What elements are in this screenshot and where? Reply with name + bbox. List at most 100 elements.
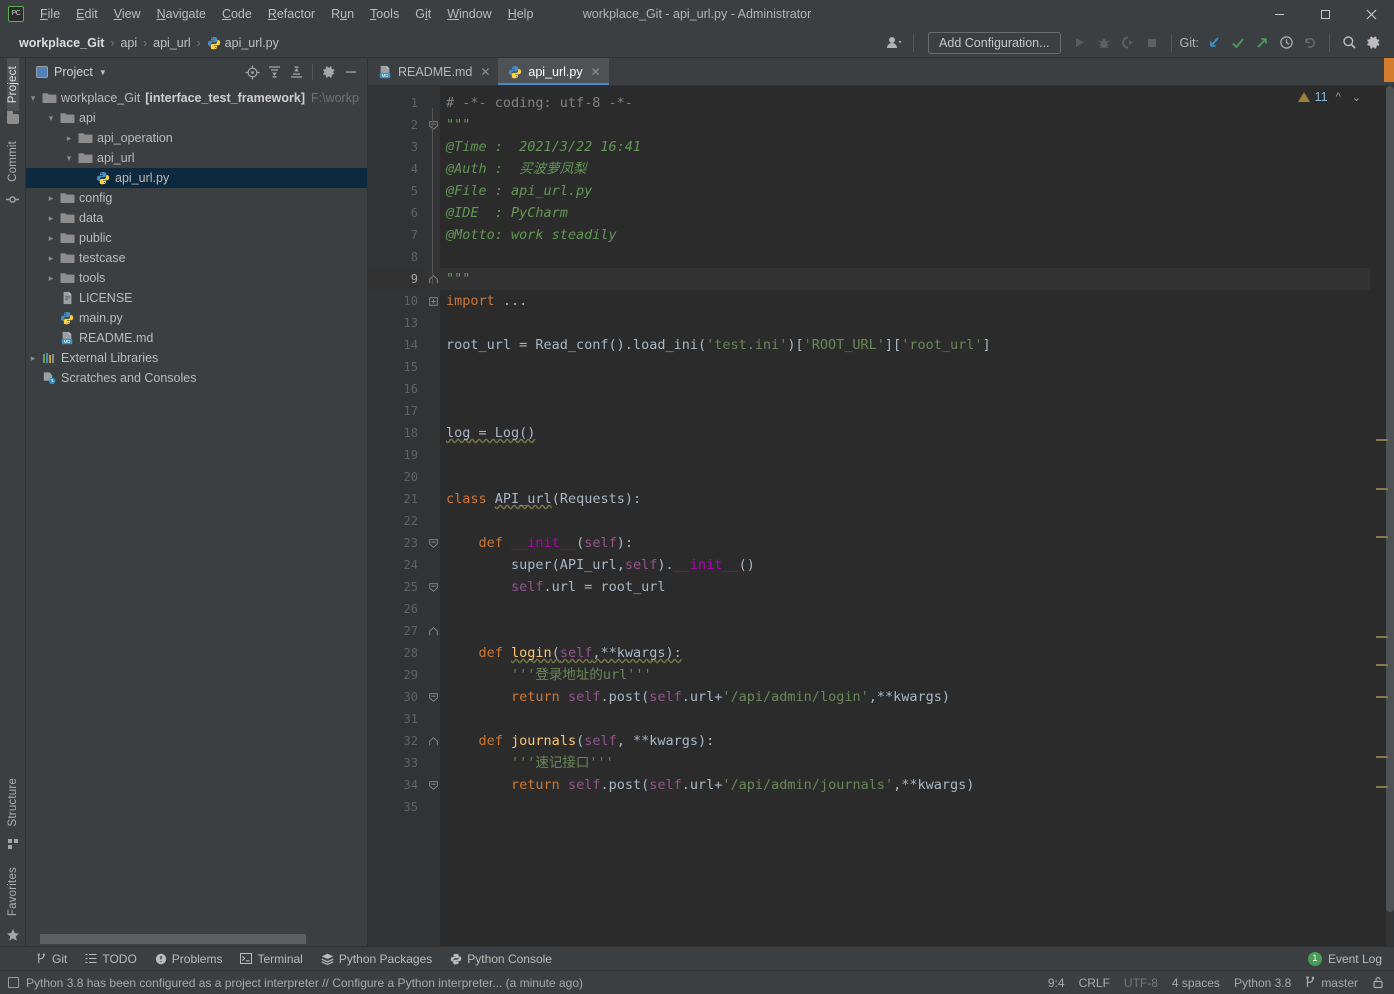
fold-marker[interactable]: [426, 180, 440, 202]
tree-item-public[interactable]: ▸ public: [26, 228, 367, 248]
python-interpreter[interactable]: Python 3.8: [1234, 976, 1291, 990]
project-panel-title[interactable]: Project ▼: [36, 65, 107, 79]
git-branch-widget[interactable]: master: [1305, 976, 1358, 990]
fold-marker[interactable]: [426, 378, 440, 400]
code-editor[interactable]: 1 2 3 4 5 6 7 8 9 10 13 14 15 16 17 18 19 20 21 22 23 24 25 26 2…: [368, 86, 1394, 946]
code-line[interactable]: """: [440, 268, 1370, 290]
fold-marker[interactable]: [426, 114, 440, 136]
line-number[interactable]: 10: [368, 290, 426, 312]
minimize-button[interactable]: [1256, 0, 1302, 28]
code-line[interactable]: '''速记接口''': [446, 752, 1370, 774]
tree-item-license[interactable]: LICENSE: [26, 288, 367, 308]
line-number[interactable]: 31: [368, 708, 426, 730]
line-number[interactable]: 5: [368, 180, 426, 202]
line-number[interactable]: 8: [368, 246, 426, 268]
fold-marker[interactable]: [426, 686, 440, 708]
fold-marker[interactable]: [426, 752, 440, 774]
editor-tab-readme-md[interactable]: MD README.md ✕: [368, 58, 498, 85]
line-number[interactable]: 4: [368, 158, 426, 180]
run-with-coverage-icon[interactable]: [1117, 32, 1139, 54]
breadcrumb-item-api_url-py[interactable]: api_url.py: [202, 34, 284, 52]
code-line[interactable]: def journals(self, **kwargs):: [446, 730, 1370, 752]
menu-item-refactor[interactable]: Refactor: [260, 3, 323, 25]
tree-item-testcase[interactable]: ▸ testcase: [26, 248, 367, 268]
hide-icon[interactable]: [341, 62, 361, 82]
code-line[interactable]: def login(self,**kwargs):: [446, 642, 1370, 664]
fold-marker[interactable]: [426, 730, 440, 752]
line-number[interactable]: 1: [368, 92, 426, 114]
line-number[interactable]: 23: [368, 532, 426, 554]
debug-icon[interactable]: [1093, 32, 1115, 54]
menu-item-git[interactable]: Git: [407, 3, 439, 25]
code-line[interactable]: log = Log(): [446, 422, 1370, 444]
code-line[interactable]: [446, 246, 1370, 268]
code-line[interactable]: [446, 378, 1370, 400]
code-line[interactable]: [446, 356, 1370, 378]
warning-marker[interactable]: [1376, 439, 1388, 441]
bottom-tab-python-packages[interactable]: Python Packages: [313, 950, 440, 968]
menu-item-file[interactable]: File: [32, 3, 68, 25]
tree-item-workplace_git[interactable]: ▾ workplace_Git [interface_test_framework]…: [26, 88, 367, 108]
collapse-all-icon[interactable]: [286, 62, 306, 82]
code-line[interactable]: [446, 400, 1370, 422]
line-number[interactable]: 3: [368, 136, 426, 158]
menu-item-window[interactable]: Window: [439, 3, 499, 25]
gear-icon[interactable]: [319, 62, 339, 82]
line-number[interactable]: 17: [368, 400, 426, 422]
close-icon[interactable]: ✕: [591, 65, 601, 79]
event-log-area[interactable]: 1 Event Log: [1307, 951, 1394, 966]
search-icon[interactable]: [1338, 32, 1360, 54]
tree-item-readme-md[interactable]: MD README.md: [26, 328, 367, 348]
tree-expand-arrow[interactable]: ▸: [44, 273, 58, 284]
code-line[interactable]: @File : api_url.py: [446, 180, 1370, 202]
line-number[interactable]: 6: [368, 202, 426, 224]
tree-item-api_url[interactable]: ▾ api_url: [26, 148, 367, 168]
line-number[interactable]: 14: [368, 334, 426, 356]
code-line[interactable]: [446, 598, 1370, 620]
close-icon[interactable]: ✕: [480, 65, 490, 79]
editor-scrollbar[interactable]: [1386, 86, 1394, 946]
code-line[interactable]: @Motto: work steadily: [446, 224, 1370, 246]
menu-item-view[interactable]: View: [106, 3, 149, 25]
fold-marker[interactable]: [426, 444, 440, 466]
fold-marker[interactable]: [426, 576, 440, 598]
line-number[interactable]: 15: [368, 356, 426, 378]
push-arrow-icon[interactable]: [1251, 32, 1273, 54]
code-line[interactable]: self.url = root_url: [446, 576, 1370, 598]
line-number[interactable]: 33: [368, 752, 426, 774]
code-line[interactable]: super(API_url,self).__init__(): [446, 554, 1370, 576]
line-number[interactable]: 2: [368, 114, 426, 136]
bottom-tab-problems[interactable]: Problems: [147, 950, 231, 968]
code-line[interactable]: '''登录地址的url''': [446, 664, 1370, 686]
breadcrumb-item-api_url[interactable]: api_url: [148, 34, 196, 52]
fold-marker[interactable]: [426, 334, 440, 356]
code-line[interactable]: def __init__(self):: [446, 532, 1370, 554]
tree-item-scratches-and-consoles[interactable]: Scratches and Consoles: [26, 368, 367, 388]
tree-item-main-py[interactable]: main.py: [26, 308, 367, 328]
fold-marker[interactable]: [426, 664, 440, 686]
code-line[interactable]: [446, 312, 1370, 334]
tree-item-config[interactable]: ▸ config: [26, 188, 367, 208]
expand-all-icon[interactable]: [264, 62, 284, 82]
fold-marker[interactable]: [426, 158, 440, 180]
fold-marker[interactable]: [426, 400, 440, 422]
line-number[interactable]: 28: [368, 642, 426, 664]
line-number[interactable]: 32: [368, 730, 426, 752]
code-line[interactable]: """: [446, 114, 1370, 136]
menu-item-tools[interactable]: Tools: [362, 3, 407, 25]
fold-marker[interactable]: [426, 554, 440, 576]
bottom-tab-terminal[interactable]: Terminal: [232, 950, 310, 968]
fold-marker[interactable]: [426, 290, 440, 312]
tree-item-data[interactable]: ▸ data: [26, 208, 367, 228]
fold-marker[interactable]: [426, 532, 440, 554]
line-number[interactable]: 27: [368, 620, 426, 642]
line-number[interactable]: 20: [368, 466, 426, 488]
tree-item-tools[interactable]: ▸ tools: [26, 268, 367, 288]
close-button[interactable]: [1348, 0, 1394, 28]
menu-item-navigate[interactable]: Navigate: [149, 3, 214, 25]
code-line[interactable]: @Time : 2021/3/22 16:41: [446, 136, 1370, 158]
status-message-area[interactable]: Python 3.8 has been configured as a proj…: [8, 976, 583, 990]
file-encoding[interactable]: UTF-8: [1124, 976, 1158, 990]
fold-marker[interactable]: [426, 246, 440, 268]
tree-expand-arrow[interactable]: ▸: [44, 213, 58, 224]
